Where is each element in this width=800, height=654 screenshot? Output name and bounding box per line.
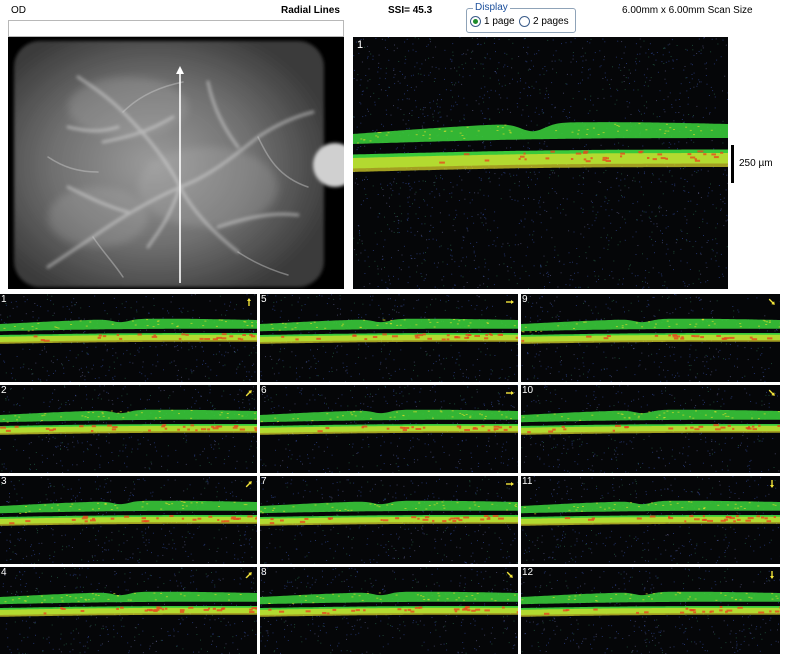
thumbnail-number: 12 [522,567,534,578]
direction-arrow-icon [768,298,775,305]
thumbnail-number: 6 [261,385,267,396]
direction-arrow-icon [506,571,513,578]
thumbnail-number: 7 [261,476,267,487]
thumbnail-graphic [0,385,257,473]
main-bscan-graphic [353,37,728,289]
thumbnail-number: 4 [1,567,7,578]
direction-arrow-icon [770,571,774,579]
thumbnail-graphic [521,567,780,654]
fundus-header-bar [8,20,344,37]
thumbnail-graphic [0,476,257,564]
direction-arrow-icon [245,390,252,397]
direction-arrow-icon [245,572,252,579]
radio-selected-icon[interactable] [470,16,481,27]
direction-arrow-icon [768,389,775,396]
thumbnail-graphic [260,385,518,473]
fundus-image-graphic [8,37,344,289]
thumbnail-number: 1 [1,294,7,305]
direction-arrow-icon [506,300,514,304]
scale-bar-label: 250 µm [739,158,773,169]
thumbnail-graphic [521,385,780,473]
bscan-thumbnail[interactable]: 1 [0,294,257,382]
bscan-thumbnail[interactable]: 7 [260,476,518,564]
direction-arrow-icon [506,391,514,395]
bscan-thumbnail[interactable]: 11 [521,476,780,564]
fundus-image[interactable] [8,37,344,289]
thumbnail-graphic [260,294,518,382]
thumbnail-number: 5 [261,294,267,305]
bscan-thumbnail[interactable]: 5 [260,294,518,382]
bscan-thumbnail[interactable]: 9 [521,294,780,382]
thumbnail-number: 9 [522,294,528,305]
display-options-group: Display 1 page 2 pages [466,2,576,33]
main-oct-bscan[interactable]: 1 [353,37,728,289]
thumbnail-graphic [0,567,257,654]
bscan-thumbnail[interactable]: 3 [0,476,257,564]
thumbnail-graphic [260,567,518,654]
scan-protocol-title: Radial Lines [281,5,340,16]
thumbnail-graphic [260,476,518,564]
radio-unselected-icon[interactable] [519,16,530,27]
one-page-label: 1 page [484,16,515,27]
thumbnail-number: 2 [1,385,7,396]
bscan-thumbnail[interactable]: 6 [260,385,518,473]
direction-arrow-icon [506,482,514,486]
bscan-thumbnail[interactable]: 12 [521,567,780,654]
eye-label: OD [11,5,26,16]
bscan-thumbnail[interactable]: 8 [260,567,518,654]
scan-size-label: 6.00mm x 6.00mm Scan Size [622,5,753,16]
thumbnail-graphic [0,294,257,382]
thumbnail-number: 3 [1,476,7,487]
one-page-radio[interactable]: 1 page [470,16,515,27]
bscan-thumbnail[interactable]: 2 [0,385,257,473]
direction-arrow-icon [770,480,774,488]
bscan-thumbnail[interactable]: 10 [521,385,780,473]
bscan-thumbnail[interactable]: 4 [0,567,257,654]
scale-bar [731,145,734,183]
thumbnail-number: 8 [261,567,267,578]
direction-arrow-icon [247,298,251,306]
two-pages-label: 2 pages [533,16,569,27]
thumbnail-graphic [521,476,780,564]
two-pages-radio[interactable]: 2 pages [519,16,569,27]
thumbnail-number: 10 [522,385,534,396]
display-legend: Display [473,2,510,13]
thumbnail-number: 11 [522,476,533,487]
signal-strength-index: SSI= 45.3 [388,5,433,16]
direction-arrow-icon [245,481,252,488]
thumbnail-graphic [521,294,780,382]
main-scan-number: 1 [357,39,364,51]
